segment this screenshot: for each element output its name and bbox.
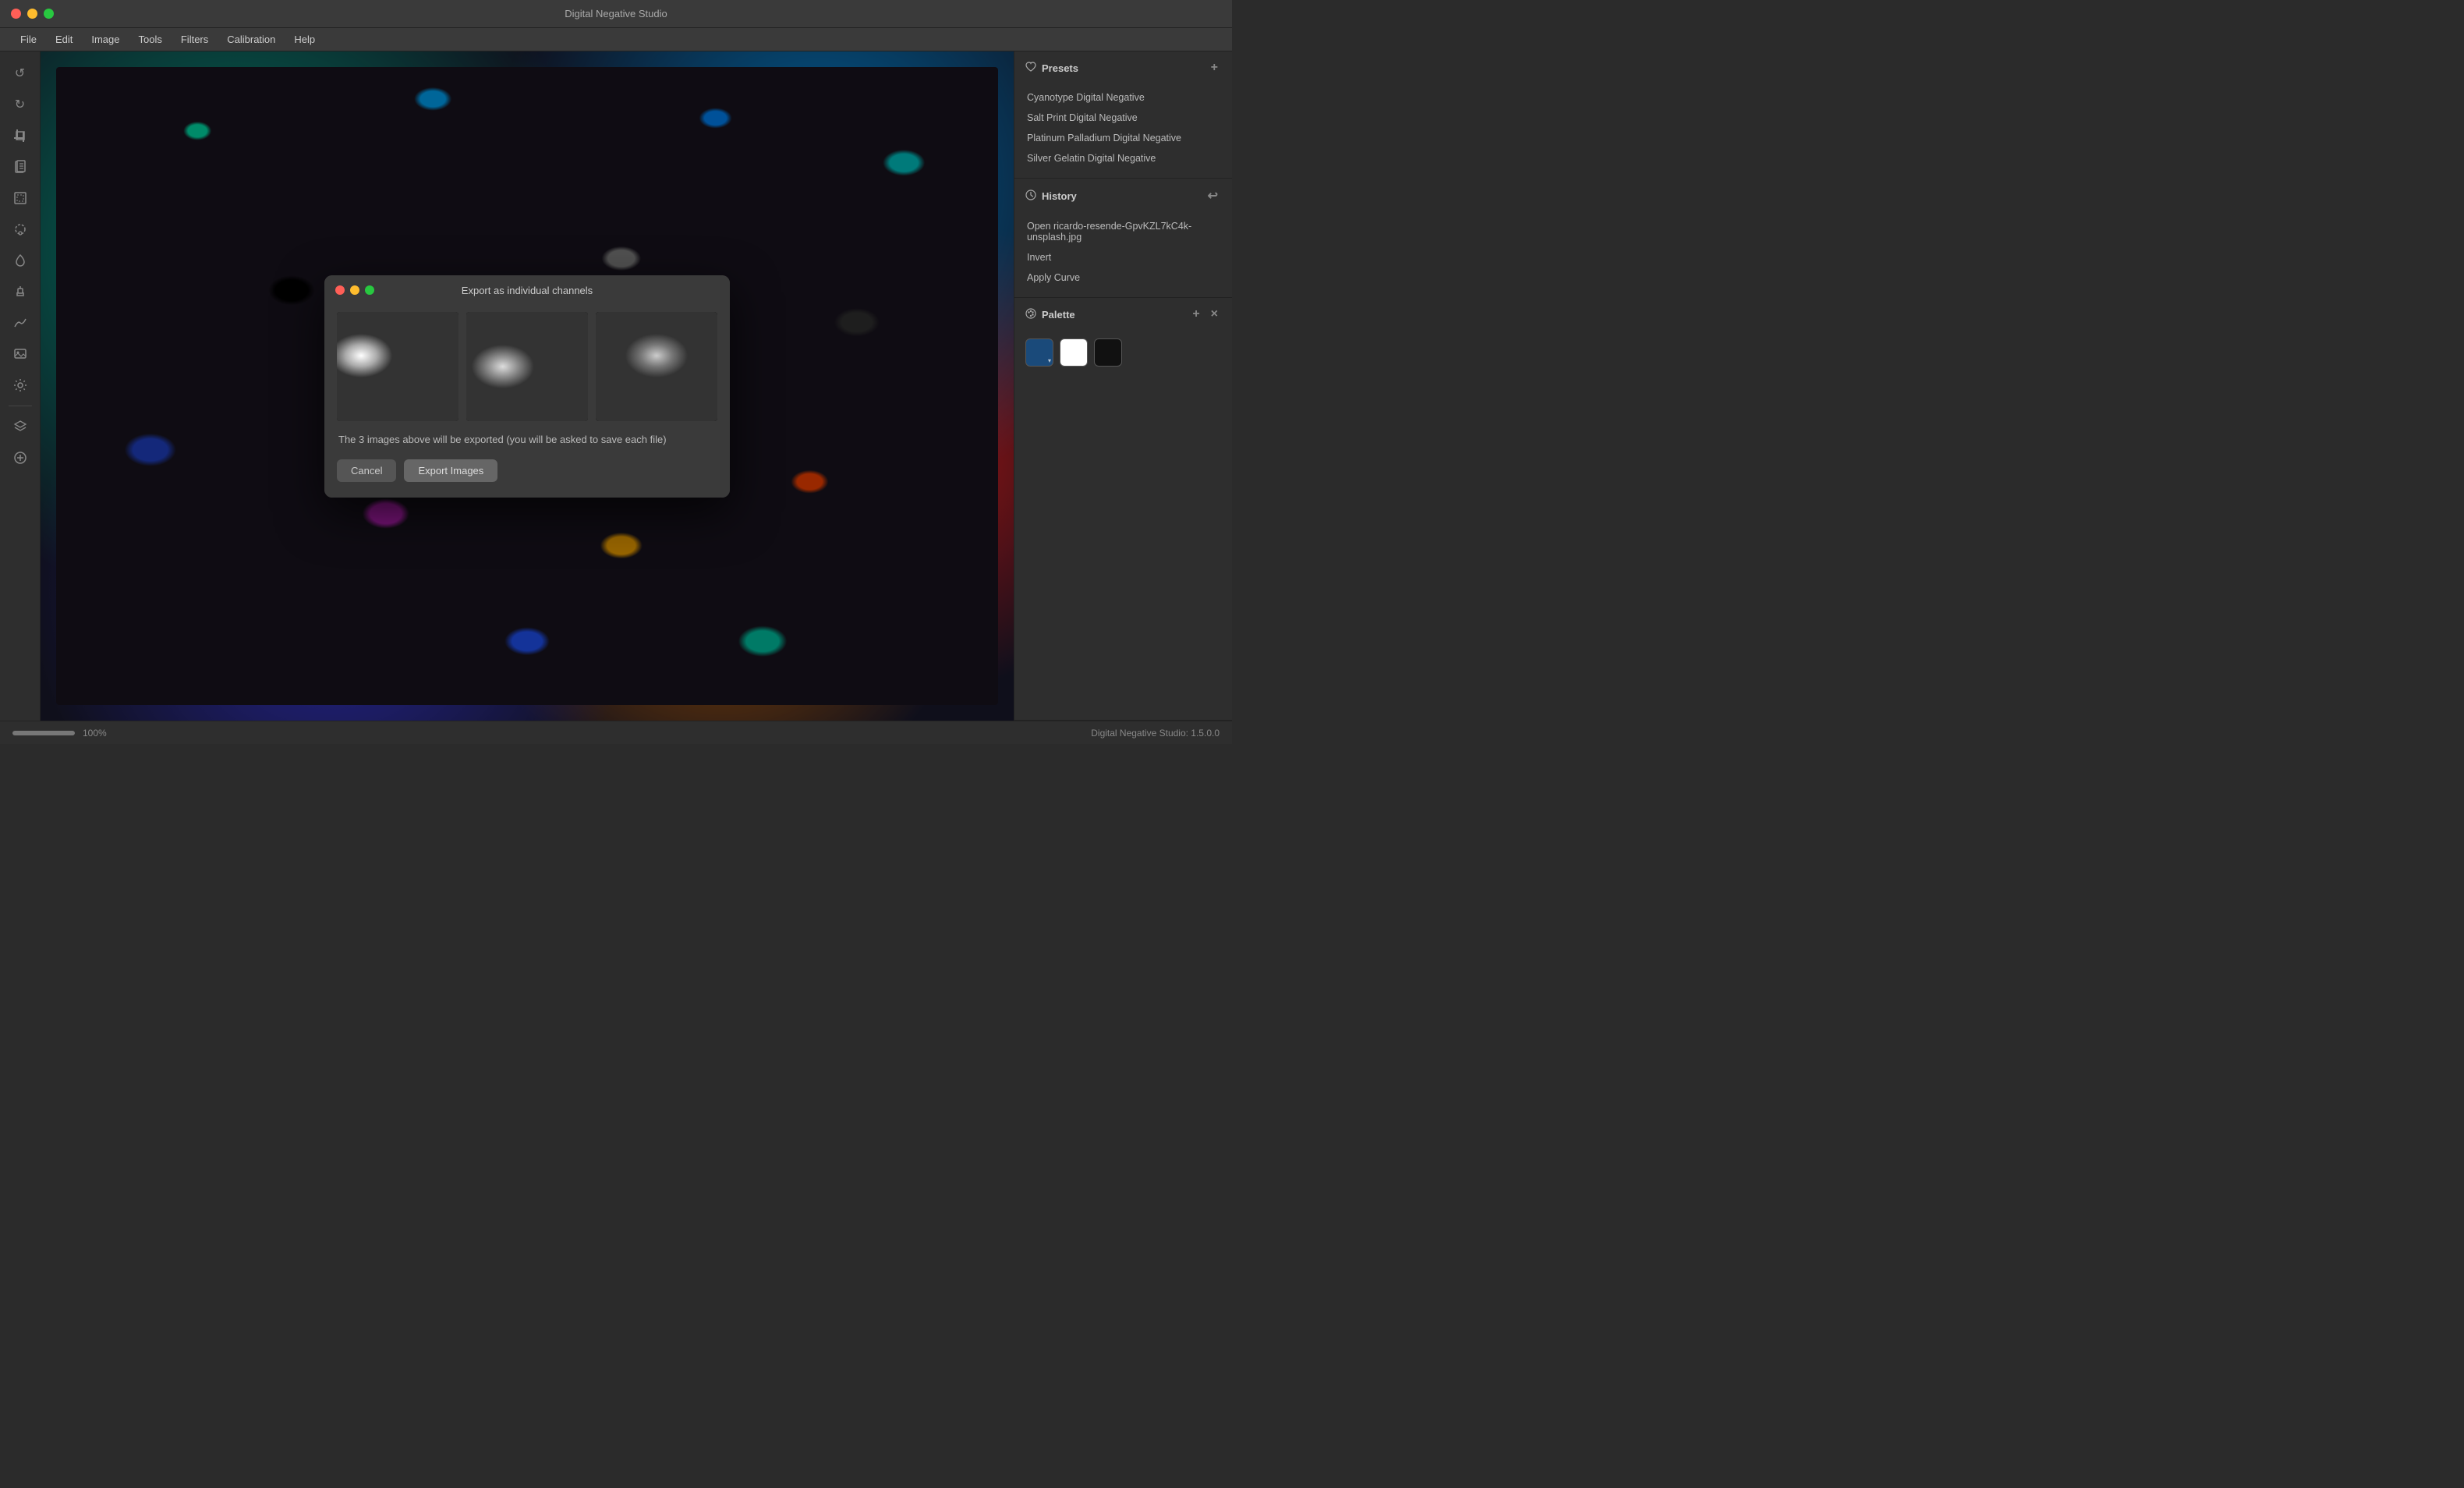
canvas-area: Export as individual channels	[41, 51, 1014, 721]
dialog-window-controls	[335, 285, 374, 295]
menu-filters[interactable]: Filters	[173, 30, 216, 48]
dialog-overlay: Export as individual channels	[41, 51, 1014, 721]
palette-icon	[1025, 308, 1036, 321]
transform-tool[interactable]	[6, 184, 34, 212]
history-item-curve[interactable]: Apply Curve	[1014, 267, 1232, 288]
preset-salt-print[interactable]: Salt Print Digital Negative	[1014, 108, 1232, 128]
right-panel: Presets + Cyanotype Digital Negative Sal…	[1014, 51, 1232, 721]
palette-add-button[interactable]: +	[1189, 306, 1202, 323]
stamp-tool[interactable]	[6, 278, 34, 306]
pages-tool[interactable]	[6, 153, 34, 181]
lasso-tool[interactable]	[6, 215, 34, 243]
maximize-button[interactable]	[44, 9, 54, 19]
history-icon	[1025, 190, 1036, 203]
history-header: History ↩	[1014, 179, 1232, 213]
cancel-button[interactable]: Cancel	[337, 459, 396, 482]
menu-calibration[interactable]: Calibration	[219, 30, 283, 48]
menu-image[interactable]: Image	[83, 30, 127, 48]
palette-color-white[interactable]	[1060, 338, 1088, 367]
history-title: History	[1042, 190, 1077, 202]
dialog-channel-images	[337, 312, 717, 421]
history-undo-button[interactable]: ↩	[1205, 186, 1221, 205]
history-list: Open ricardo-resende-GpvKZL7kC4k-unsplas…	[1014, 213, 1232, 297]
app-body: ↺ ↻	[0, 51, 1232, 721]
history-section: History ↩ Open ricardo-resende-GpvKZL7kC…	[1014, 179, 1232, 298]
menu-help[interactable]: Help	[286, 30, 323, 48]
title-bar: Digital Negative Studio	[0, 0, 1232, 28]
close-button[interactable]	[11, 9, 21, 19]
palette-header: Palette + ×	[1014, 298, 1232, 331]
settings-tool[interactable]	[6, 371, 34, 399]
history-item-open[interactable]: Open ricardo-resende-GpvKZL7kC4k-unsplas…	[1014, 216, 1232, 247]
red-channel-preview	[337, 312, 458, 421]
rotate-right-tool[interactable]: ↻	[6, 90, 34, 119]
dialog-minimize-button[interactable]	[350, 285, 359, 295]
history-item-invert[interactable]: Invert	[1014, 247, 1232, 267]
dialog-close-button[interactable]	[335, 285, 345, 295]
crop-tool[interactable]	[6, 122, 34, 150]
chevron-down-icon: ▾	[1048, 357, 1051, 364]
dialog-title: Export as individual channels	[337, 285, 717, 296]
zoom-bar	[12, 731, 75, 735]
presets-header-left: Presets	[1025, 62, 1078, 75]
heart-icon	[1025, 62, 1036, 75]
dialog-body: The 3 images above will be exported (you…	[324, 303, 730, 498]
curve-tool[interactable]	[6, 309, 34, 337]
presets-header: Presets +	[1014, 51, 1232, 84]
layers-tool[interactable]	[6, 413, 34, 441]
zoom-level: 100%	[83, 728, 107, 739]
presets-title: Presets	[1042, 62, 1078, 74]
red-channel-image	[337, 312, 458, 421]
export-images-button[interactable]: Export Images	[404, 459, 497, 482]
rotate-left-tool[interactable]: ↺	[6, 59, 34, 87]
dialog-titlebar: Export as individual channels	[324, 275, 730, 303]
history-header-left: History	[1025, 190, 1077, 203]
status-left: 100%	[12, 728, 107, 739]
palette-title: Palette	[1042, 309, 1075, 321]
dropper-tool[interactable]	[6, 246, 34, 275]
dialog-message: The 3 images above will be exported (you…	[337, 434, 717, 445]
presets-section: Presets + Cyanotype Digital Negative Sal…	[1014, 51, 1232, 179]
palette-header-left: Palette	[1025, 308, 1075, 321]
add-tool[interactable]	[6, 444, 34, 472]
preset-platinum[interactable]: Platinum Palladium Digital Negative	[1014, 128, 1232, 148]
palette-color-black[interactable]	[1094, 338, 1122, 367]
app-version: Digital Negative Studio: 1.5.0.0	[1091, 728, 1220, 739]
preset-silver-gelatin[interactable]: Silver Gelatin Digital Negative	[1014, 148, 1232, 168]
palette-color-darkblue[interactable]: ▾	[1025, 338, 1053, 367]
status-bar: 100% Digital Negative Studio: 1.5.0.0	[0, 721, 1232, 744]
dialog-actions: Cancel Export Images	[337, 459, 717, 482]
palette-content: ▾	[1014, 331, 1232, 374]
green-channel-preview	[466, 312, 588, 421]
preset-cyanotype[interactable]: Cyanotype Digital Negative	[1014, 87, 1232, 108]
palette-close-button[interactable]: ×	[1208, 306, 1221, 323]
menu-tools[interactable]: Tools	[131, 30, 170, 48]
image-tool[interactable]	[6, 340, 34, 368]
menu-edit[interactable]: Edit	[48, 30, 80, 48]
green-channel-image	[466, 312, 588, 421]
blue-channel-preview	[596, 312, 717, 421]
window-controls	[11, 9, 54, 19]
blue-channel-image	[596, 312, 717, 421]
left-toolbar: ↺ ↻	[0, 51, 41, 721]
presets-list: Cyanotype Digital Negative Salt Print Di…	[1014, 84, 1232, 178]
palette-section: Palette + × ▾	[1014, 298, 1232, 721]
export-dialog: Export as individual channels	[324, 275, 730, 498]
palette-actions: + ×	[1189, 306, 1221, 323]
window-title: Digital Negative Studio	[565, 8, 667, 19]
minimize-button[interactable]	[27, 9, 37, 19]
zoom-fill	[12, 731, 75, 735]
menu-bar: File Edit Image Tools Filters Calibratio…	[0, 28, 1232, 51]
dialog-maximize-button[interactable]	[365, 285, 374, 295]
presets-add-button[interactable]: +	[1208, 59, 1221, 76]
menu-file[interactable]: File	[12, 30, 44, 48]
